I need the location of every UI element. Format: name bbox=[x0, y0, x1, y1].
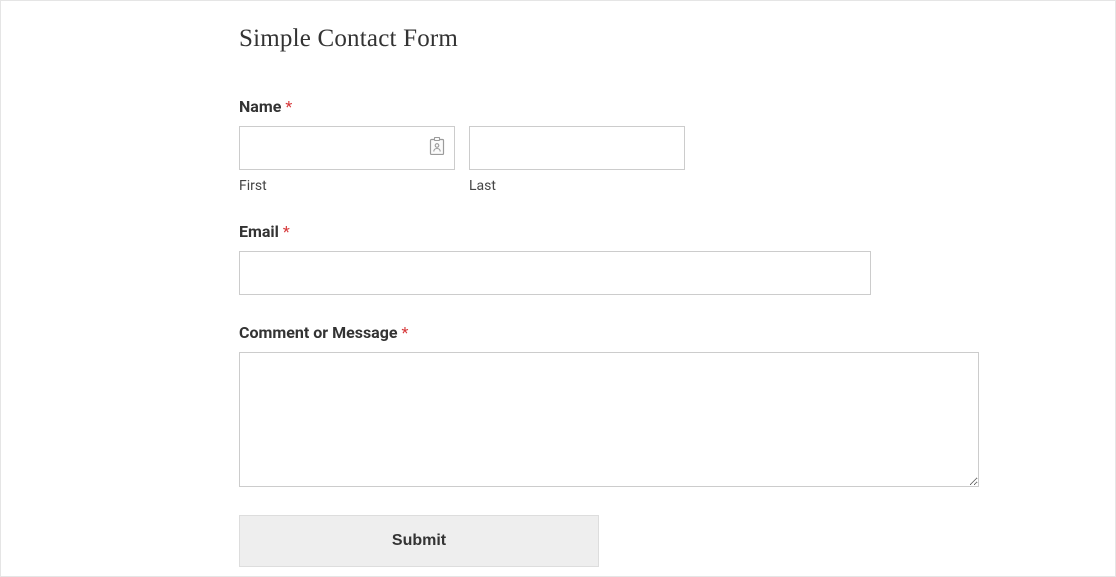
email-required-asterisk: * bbox=[283, 222, 290, 241]
submit-button-label: Submit bbox=[392, 532, 446, 550]
contact-card-icon bbox=[429, 137, 445, 159]
name-field-group: Name * First bbox=[239, 97, 871, 194]
name-label-text: Name bbox=[239, 97, 281, 116]
submit-button[interactable]: Submit bbox=[239, 515, 599, 567]
form-container: Simple Contact Form Name * bbox=[1, 1, 871, 567]
last-name-sublabel: Last bbox=[469, 178, 685, 194]
last-name-column: Last bbox=[469, 126, 685, 194]
first-name-input[interactable] bbox=[239, 126, 455, 170]
email-label: Email * bbox=[239, 222, 871, 241]
first-name-input-wrap bbox=[239, 126, 455, 170]
name-label: Name * bbox=[239, 97, 871, 116]
message-textarea[interactable] bbox=[239, 352, 979, 487]
email-field-group: Email * bbox=[239, 222, 871, 295]
message-label-text: Comment or Message bbox=[239, 323, 398, 342]
first-name-sublabel: First bbox=[239, 178, 455, 194]
name-row: First Last bbox=[239, 126, 871, 194]
email-label-text: Email bbox=[239, 222, 279, 241]
form-title: Simple Contact Form bbox=[239, 25, 871, 53]
name-required-asterisk: * bbox=[285, 97, 292, 116]
message-required-asterisk: * bbox=[402, 323, 409, 342]
message-field-group: Comment or Message * bbox=[239, 323, 871, 491]
last-name-input[interactable] bbox=[469, 126, 685, 170]
first-name-column: First bbox=[239, 126, 455, 194]
email-input[interactable] bbox=[239, 251, 871, 295]
message-label: Comment or Message * bbox=[239, 323, 871, 342]
